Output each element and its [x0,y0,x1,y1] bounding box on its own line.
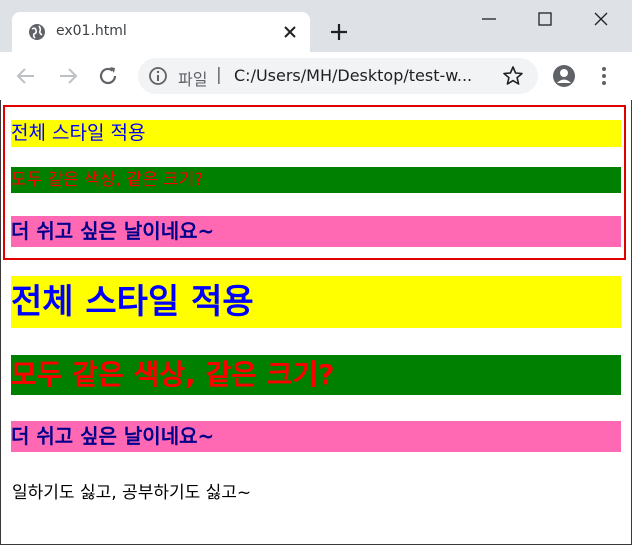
heading-line-6: 더 쉬고 싶은 날이네요~ [11,421,621,452]
tab-bar: ex01.html [0,0,632,52]
forward-arrow-icon[interactable] [56,64,80,88]
paragraph-line-7: 일하기도 싫고, 공부하기도 싫고~ [12,483,252,503]
browser-chrome: ex01.html 파일 | C:/Users/MH/Desktop/test-… [0,0,632,100]
browser-toolbar: 파일 | C:/Users/MH/Desktop/test-w... [0,52,632,100]
new-tab-plus-icon[interactable] [328,21,350,43]
box-line-3: 더 쉬고 싶은 날이네요~ [11,216,621,247]
url-text[interactable]: C:/Users/MH/Desktop/test-w... [234,66,472,85]
tab-title: ex01.html [56,23,127,39]
kebab-menu-icon[interactable] [592,64,616,88]
globe-icon [29,24,45,40]
close-tab-icon[interactable] [282,24,298,40]
minimize-icon[interactable] [476,6,502,32]
address-bar[interactable]: 파일 | C:/Users/MH/Desktop/test-w... [138,58,538,94]
reload-icon[interactable] [96,64,120,88]
box-line-1: 전체 스타일 적용 [11,120,621,147]
profile-avatar-icon[interactable] [552,64,576,88]
heading-line-5: 모두 같은 색상, 같은 크기? [11,355,621,395]
tab-ex01[interactable]: ex01.html [12,12,310,52]
heading-line-4: 전체 스타일 적용 [11,276,621,328]
scheme-label: 파일 [178,70,208,89]
scheme-separator: | [216,65,222,85]
box-line-2: 모두 같은 색상, 같은 크기? [11,167,621,193]
bookmark-star-icon[interactable] [502,65,524,87]
maximize-icon[interactable] [532,6,558,32]
back-arrow-icon[interactable] [14,64,38,88]
window-close-icon[interactable] [588,6,614,32]
info-icon[interactable] [148,66,168,86]
